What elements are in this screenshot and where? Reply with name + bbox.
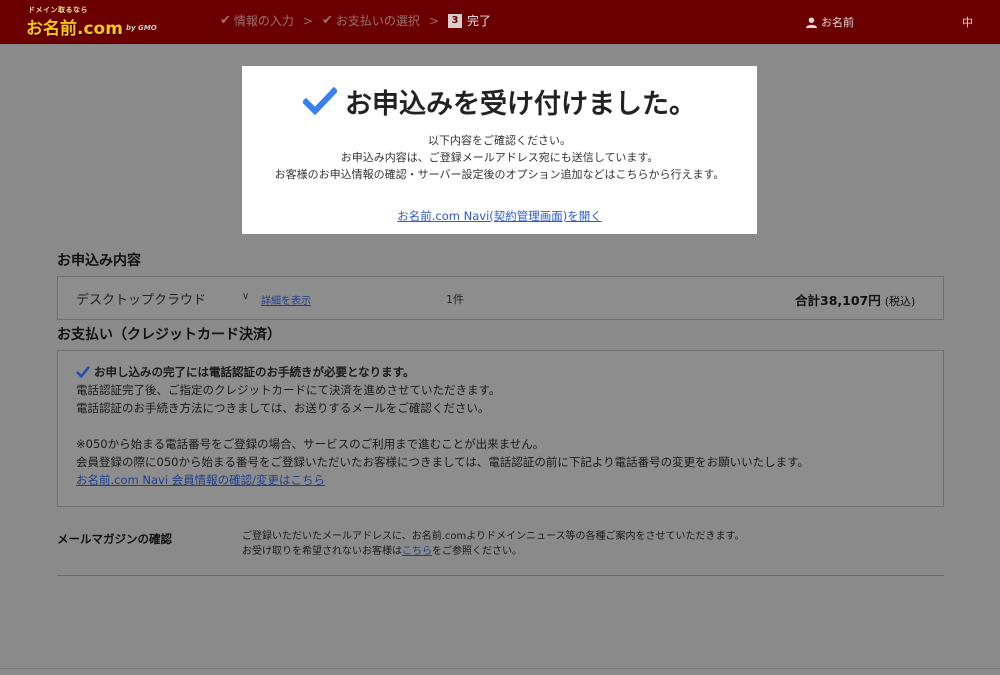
logo-wordmark: お名前.com: [26, 19, 123, 39]
logo-gmo: by GMO: [126, 24, 157, 32]
tax-note: (税込): [884, 295, 916, 308]
check-icon: [76, 366, 90, 378]
user-menu[interactable]: お名前: [806, 14, 854, 30]
payment-info-box: お申し込みの完了には電話認証のお手続きが必要となります。 電話認証完了後、ご指定…: [57, 350, 944, 507]
mail-magazine-label: メールマガジンの確認: [57, 532, 172, 546]
chevron-right-icon: >: [302, 13, 313, 28]
user-name: お名前: [821, 16, 854, 29]
unsubscribe-link[interactable]: こちら: [402, 546, 432, 557]
modal-title-text: お申込みを受け付けました。: [345, 89, 696, 120]
language-switch[interactable]: 中: [962, 14, 973, 30]
payment-note: ※050から始まる電話番号をご登録の場合、サービスのご利用まで進むことが出来ませ…: [76, 437, 545, 451]
step-number-badge: 3: [447, 13, 462, 28]
chevron-down-icon[interactable]: ∨: [242, 291, 249, 302]
chevron-right-icon: >: [428, 13, 439, 28]
step-payment: ✔ お支払いの選択: [322, 12, 420, 29]
total-amount: 合計38,107円: [795, 293, 881, 308]
payment-line: 電話認証のお手続き方法につきましては、お送りするメールをご確認ください。: [76, 401, 490, 415]
check-icon: [303, 86, 337, 115]
header-bar: ドメイン取るなら お名前.com by GMO ✔ 情報の入力 > ✔ お支払い…: [0, 0, 1000, 44]
show-details-link[interactable]: 詳細を表示: [261, 292, 311, 307]
modal-message: 以下内容をご確認ください。 お申込み内容は、ご登録メールアドレス宛にも送信してい…: [242, 132, 757, 183]
product-name: デスクトップクラウド: [76, 293, 207, 308]
payment-headline: お申し込みの完了には電話認証のお手続きが必要となります。: [76, 363, 809, 381]
modal-line: お客様のお申込情報の確認・サーバー設定後のオプション追加などはこちらから行えます…: [274, 168, 725, 181]
order-total: 合計38,107円 (税込): [795, 290, 915, 309]
step-label: 情報の入力: [233, 14, 294, 28]
order-section-title: お申込み内容: [57, 253, 141, 269]
modal-line: 以下内容をご確認ください。: [428, 134, 571, 147]
payment-headline-text: お申し込みの完了には電話認証のお手続きが必要となります。: [94, 365, 415, 379]
divider: [57, 575, 944, 576]
order-summary-row: デスクトップクラウド ∨ 詳細を表示 1件 合計38,107円 (税込): [57, 276, 944, 320]
payment-section-title: お支払い（クレジットカード決済）: [57, 327, 281, 343]
open-navi-link[interactable]: お名前.com Navi(契約管理画面)を開く: [242, 208, 757, 224]
onamae-logo[interactable]: ドメイン取るなら お名前.com by GMO: [26, 5, 166, 39]
member-info-change-link[interactable]: お名前.com Navi 会員情報の確認/変更はこちら: [76, 471, 809, 489]
step-input: ✔ 情報の入力: [220, 12, 294, 29]
divider: [0, 668, 1000, 669]
check-icon: ✔: [220, 13, 231, 28]
order-quantity: 1件: [446, 293, 464, 306]
mail-magazine-line: ご登録いただいたメールアドレスに、お名前.comよりドメインニュース等の各種ご案…: [242, 531, 745, 542]
step-complete: 3 完了: [447, 12, 491, 29]
step-label: お支払いの選択: [335, 14, 420, 28]
payment-line: 電話認証完了後、ご指定のクレジットカードにて決済を進めさせていただきます。: [76, 383, 501, 397]
check-icon: ✔: [321, 13, 333, 28]
modal-title: お申込みを受け付けました。: [242, 82, 757, 121]
step-label: 完了: [466, 14, 491, 28]
payment-note: 会員登録の際に050から始まる番号をご登録いただいたお客様につきましては、電話認…: [76, 455, 809, 469]
progress-steps: ✔ 情報の入力 > ✔ お支払いの選択 > 3 完了: [220, 12, 491, 29]
user-icon: [806, 16, 817, 28]
mail-magazine-line: お受け取りを希望されないお客様はこちらをご参照ください。: [242, 546, 522, 557]
completion-modal: お申込みを受け付けました。 以下内容をご確認ください。 お申込み内容は、ご登録メ…: [242, 66, 757, 234]
mail-magazine-text: ご登録いただいたメールアドレスに、お名前.comよりドメインニュース等の各種ご案…: [242, 529, 745, 559]
modal-line: お申込み内容は、ご登録メールアドレス宛にも送信しています。: [340, 151, 659, 164]
